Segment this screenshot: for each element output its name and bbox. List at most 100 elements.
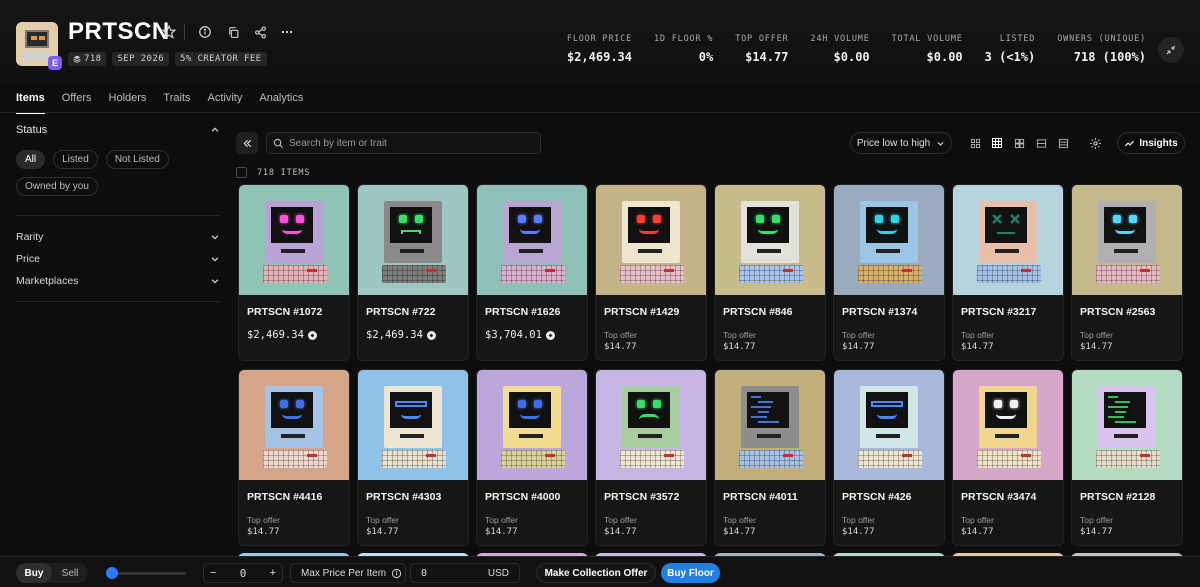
item-card[interactable]: PRTSCN #1374 Top offer $14.77 bbox=[833, 184, 945, 361]
item-name: PRTSCN #3474 bbox=[961, 491, 1037, 503]
top-offer-value: $14.77 bbox=[604, 527, 637, 537]
item-image bbox=[1072, 370, 1182, 480]
select-all-checkbox[interactable] bbox=[236, 167, 247, 178]
item-card[interactable]: PRTSCN #846 Top offer $14.77 bbox=[714, 184, 826, 361]
item-image bbox=[596, 370, 706, 480]
search-box[interactable] bbox=[266, 132, 541, 154]
stat-listed: LISTED 3 (<1%) bbox=[985, 34, 1036, 64]
top-offer-value: $14.77 bbox=[842, 527, 875, 537]
double-chevron-left-icon bbox=[242, 139, 251, 147]
expand-button[interactable] bbox=[1158, 37, 1184, 63]
list-view-button[interactable] bbox=[1030, 132, 1052, 154]
max-price-input[interactable]: 0 USD bbox=[410, 563, 520, 583]
increment-button[interactable]: + bbox=[270, 567, 276, 579]
top-offer-value: $14.77 bbox=[961, 527, 994, 537]
status-listed[interactable]: Listed bbox=[53, 150, 98, 169]
buy-tab[interactable]: Buy bbox=[16, 563, 52, 583]
star-icon[interactable] bbox=[160, 23, 178, 41]
buy-sell-toggle: Buy Sell bbox=[16, 563, 88, 583]
item-card[interactable]: PRTSCN #1626 $3,704.01 ◆ bbox=[476, 184, 588, 361]
settings-button[interactable] bbox=[1084, 132, 1106, 154]
item-card[interactable]: PRTSCN #3474 Top offer $14.77 bbox=[952, 369, 1064, 546]
item-card[interactable]: PRTSCN #4303 Top offer $14.77 bbox=[357, 369, 469, 546]
quantity-value[interactable]: 0 bbox=[240, 567, 247, 580]
item-card[interactable]: PRTSCN #1429 Top offer $14.77 bbox=[595, 184, 707, 361]
insights-button[interactable]: Insights bbox=[1117, 132, 1185, 154]
item-card[interactable]: PRTSCN #1072 $2,469.34 ◆ bbox=[238, 184, 350, 361]
item-card[interactable]: PRTSCN #426 Top offer $14.77 bbox=[833, 369, 945, 546]
status-all[interactable]: All bbox=[16, 150, 46, 169]
item-image bbox=[953, 185, 1063, 295]
more-options-icon[interactable] bbox=[278, 23, 296, 41]
grid-small-view-button[interactable] bbox=[964, 132, 986, 154]
stat-value: $0.00 bbox=[926, 50, 963, 64]
info-icon[interactable] bbox=[391, 568, 402, 579]
quantity-slider-handle[interactable] bbox=[106, 567, 118, 579]
top-offer-label: Top offer bbox=[961, 330, 994, 340]
items-count: 718 ITEMS bbox=[257, 167, 311, 178]
item-card[interactable]: PRTSCN #4011 Top offer $14.77 bbox=[714, 369, 826, 546]
info-icon[interactable] bbox=[196, 23, 214, 41]
search-input[interactable] bbox=[289, 137, 529, 149]
item-card[interactable]: PRTSCN #722 $2,469.34 ◆ bbox=[357, 184, 469, 361]
item-name: PRTSCN #4303 bbox=[366, 491, 442, 503]
item-card[interactable]: PRTSCN #3217 Top offer $14.77 bbox=[952, 184, 1064, 361]
tab-activity[interactable]: Activity bbox=[208, 92, 243, 114]
item-card[interactable]: PRTSCN #4416 Top offer $14.77 bbox=[238, 369, 350, 546]
top-offer-value: $14.77 bbox=[1080, 342, 1113, 352]
table-icon bbox=[1058, 138, 1068, 148]
sell-tab[interactable]: Sell bbox=[52, 563, 88, 583]
status-owned-by-you[interactable]: Owned by you bbox=[16, 177, 98, 196]
filter-marketplaces[interactable]: Marketplaces bbox=[16, 270, 220, 292]
table-view-button[interactable] bbox=[1052, 132, 1074, 154]
select-all-row: 718 ITEMS bbox=[236, 167, 310, 178]
tab-traits[interactable]: Traits bbox=[163, 92, 190, 114]
top-offer-label: Top offer bbox=[723, 330, 756, 340]
collapse-sidebar-button[interactable] bbox=[236, 132, 258, 154]
stat-value: $2,469.34 bbox=[566, 50, 632, 64]
stat-label: 1D FLOOR % bbox=[654, 34, 714, 44]
stat-1d-floor: 1D FLOOR % 0% bbox=[654, 34, 713, 64]
stat-owners-unique: OWNERS (UNIQUE) 718 (100%) bbox=[1057, 34, 1146, 64]
filter-rarity[interactable]: Rarity bbox=[16, 226, 220, 248]
copy-icon[interactable] bbox=[224, 23, 242, 41]
item-count-chip: 718 bbox=[68, 52, 107, 66]
item-card[interactable]: PRTSCN #2128 Top offer $14.77 bbox=[1071, 369, 1183, 546]
chevron-down-icon bbox=[211, 257, 219, 262]
max-price-label-box: Max Price Per Item bbox=[290, 563, 406, 583]
sidebar-divider bbox=[16, 215, 220, 216]
view-mode-toggle bbox=[964, 132, 1074, 154]
created-date-chip: SEP 2026 bbox=[112, 52, 170, 66]
stat-label: FLOOR PRICE bbox=[566, 34, 632, 44]
filter-price[interactable]: Price bbox=[16, 248, 220, 270]
item-card[interactable]: PRTSCN #4000 Top offer $14.77 bbox=[476, 369, 588, 546]
share-icon[interactable] bbox=[251, 23, 269, 41]
tab-analytics[interactable]: Analytics bbox=[259, 92, 303, 114]
tab-offers[interactable]: Offers bbox=[62, 92, 92, 114]
tab-holders[interactable]: Holders bbox=[109, 92, 147, 114]
filter-label: Rarity bbox=[16, 231, 44, 243]
sort-dropdown[interactable]: Price low to high bbox=[850, 132, 952, 154]
item-image bbox=[953, 370, 1063, 480]
grid-medium-icon bbox=[992, 138, 1002, 148]
collection-tabs: Items Offers Holders Traits Activity Analytic… bbox=[16, 92, 303, 114]
max-price-label: Max Price Per Item bbox=[301, 567, 387, 579]
grid-medium-view-button[interactable] bbox=[986, 132, 1008, 154]
item-card[interactable]: PRTSCN #3572 Top offer $14.77 bbox=[595, 369, 707, 546]
quantity-stepper: − 0 + bbox=[203, 563, 283, 583]
chevron-down-icon bbox=[211, 235, 219, 240]
decrement-button[interactable]: − bbox=[210, 567, 216, 579]
buy-floor-button[interactable]: Buy Floor bbox=[661, 563, 720, 583]
status-section-header[interactable]: Status bbox=[16, 120, 220, 140]
item-name: PRTSCN #1429 bbox=[604, 306, 680, 318]
status-not-listed[interactable]: Not Listed bbox=[105, 150, 169, 169]
quantity-slider-track[interactable] bbox=[108, 572, 186, 575]
item-card[interactable]: PRTSCN #2563 Top offer $14.77 bbox=[1071, 184, 1183, 361]
top-offer-value: $14.77 bbox=[604, 342, 637, 352]
filter-label: Marketplaces bbox=[16, 275, 79, 287]
make-collection-offer-button[interactable]: Make Collection Offer bbox=[536, 563, 656, 583]
stat-label: 24H VOLUME bbox=[810, 34, 870, 44]
item-name: PRTSCN #846 bbox=[723, 306, 793, 318]
grid-large-view-button[interactable] bbox=[1008, 132, 1030, 154]
tab-items[interactable]: Items bbox=[16, 92, 45, 114]
